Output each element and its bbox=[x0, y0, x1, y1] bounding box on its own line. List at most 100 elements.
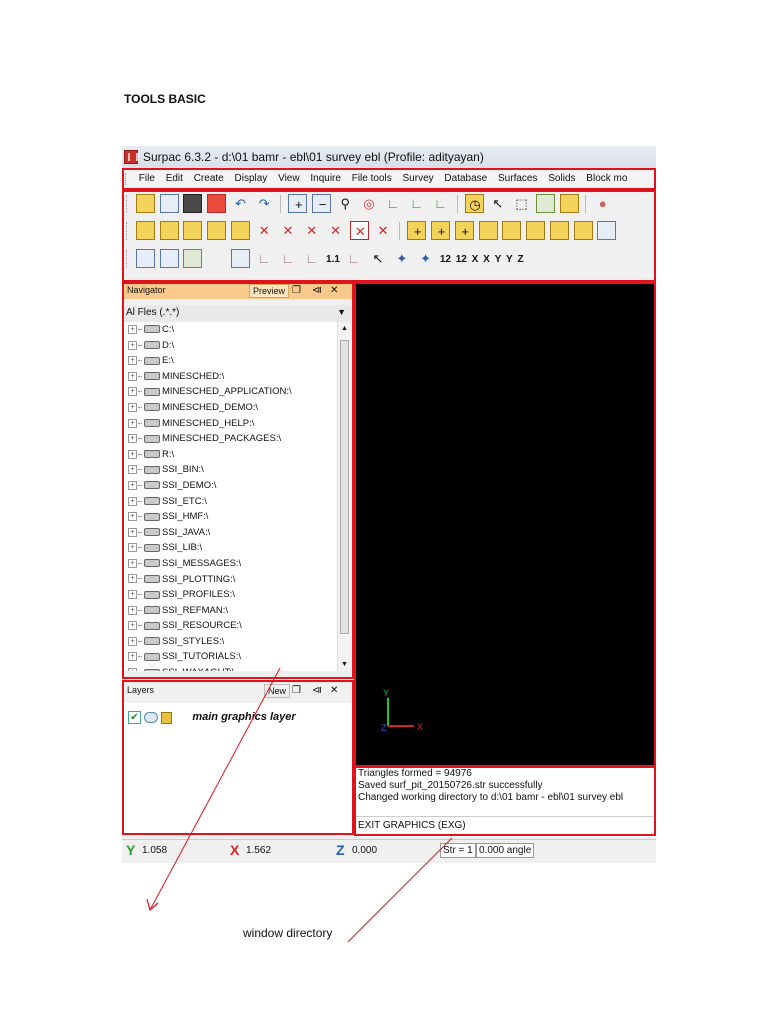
navigator-scrollbar[interactable]: ▲ ▼ bbox=[337, 322, 352, 671]
zoom-out-icon[interactable]: − bbox=[312, 194, 332, 213]
hide-icon[interactable]: ↖ bbox=[369, 249, 388, 268]
tree-row[interactable]: + MINESCHED_HELP:\ bbox=[122, 416, 337, 432]
string-properties-icon[interactable] bbox=[597, 221, 617, 240]
tree-row[interactable]: + MINESCHED_DEMO:\ bbox=[122, 400, 337, 416]
expand-icon[interactable]: + bbox=[128, 527, 137, 537]
display-point-icon[interactable]: ∟ bbox=[255, 249, 274, 268]
menu-display[interactable]: Display bbox=[231, 170, 272, 184]
chevron-down-icon[interactable]: ▼ bbox=[337, 307, 346, 317]
compass-icon[interactable]: ◷ bbox=[464, 194, 484, 213]
menu-file[interactable]: File bbox=[135, 170, 159, 184]
expand-icon[interactable]: + bbox=[128, 590, 137, 600]
angle-field[interactable]: 0.000 angle bbox=[476, 843, 535, 858]
delete-segment-icon[interactable]: ✕ bbox=[278, 221, 297, 240]
point-marker-2-icon[interactable]: ✦ bbox=[416, 249, 435, 268]
tree-row[interactable]: + SSI_PLOTTING:\ bbox=[122, 572, 337, 588]
insert-segment-icon[interactable] bbox=[502, 221, 522, 240]
expand-icon[interactable]: + bbox=[128, 574, 137, 584]
graphics-viewport[interactable]: Y Z X bbox=[354, 282, 656, 766]
print-icon[interactable] bbox=[183, 194, 203, 213]
grid-icon[interactable] bbox=[135, 249, 155, 268]
label-y-a[interactable]: Y bbox=[494, 254, 503, 265]
delete-point-icon[interactable]: ✕ bbox=[255, 221, 274, 240]
delete-outside-icon[interactable]: ✕ bbox=[374, 221, 393, 240]
drive-label[interactable]: SSI_REFMAN:\ bbox=[162, 605, 228, 616]
layer-name[interactable]: main graphics layer bbox=[192, 711, 295, 723]
file-filter-select[interactable]: Al Fles (.*.*) ▼ bbox=[122, 305, 352, 323]
rotate-icon[interactable]: ◎ bbox=[360, 194, 379, 213]
tree-row[interactable]: + SSI_DEMO:\ bbox=[122, 478, 337, 494]
menu-solids[interactable]: Solids bbox=[544, 170, 579, 184]
drive-label[interactable]: SSI_RESOURCE:\ bbox=[162, 620, 242, 631]
drive-label[interactable]: SSI_BIN:\ bbox=[162, 464, 204, 475]
drive-label[interactable]: SSI_JAVA:\ bbox=[162, 527, 210, 538]
drive-label[interactable]: SSI_PROFILES:\ bbox=[162, 589, 235, 600]
expand-icon[interactable]: + bbox=[128, 371, 137, 381]
drive-label[interactable]: SSI_STYLES:\ bbox=[162, 636, 224, 647]
expand-icon[interactable]: + bbox=[128, 402, 137, 412]
tab-preview[interactable]: Preview bbox=[249, 284, 290, 298]
tree-row[interactable]: + SSI_BIN:\ bbox=[122, 462, 337, 478]
tree-row[interactable]: + SSI_LIB:\ bbox=[122, 540, 337, 556]
table-icon[interactable] bbox=[159, 249, 179, 268]
tree-row[interactable]: + SSI_HMF:\ bbox=[122, 509, 337, 525]
tree-row[interactable]: + C:\ bbox=[122, 322, 337, 338]
tree-row[interactable]: + R:\ bbox=[122, 447, 337, 463]
tree-row[interactable]: + SSI_MESSAGES:\ bbox=[122, 556, 337, 572]
delete-range-icon[interactable]: ✕ bbox=[326, 221, 345, 240]
tree-row[interactable]: + SSI_TUTORIALS:\ bbox=[122, 649, 337, 665]
drive-label[interactable]: SSI_ETC:\ bbox=[162, 496, 207, 507]
drive-label[interactable]: D:\ bbox=[162, 340, 174, 351]
display-string-icon[interactable]: ∟ bbox=[278, 249, 297, 268]
pin-icon[interactable]: ⧏ bbox=[312, 685, 322, 696]
label-12-a[interactable]: 12 bbox=[439, 254, 452, 265]
properties-icon[interactable] bbox=[559, 194, 579, 213]
select-box-icon[interactable]: ⬚ bbox=[512, 194, 531, 213]
menu-database[interactable]: Database bbox=[440, 170, 491, 184]
monitor-icon[interactable] bbox=[230, 249, 250, 268]
expand-icon[interactable]: + bbox=[128, 652, 137, 662]
label-x-b[interactable]: X bbox=[482, 254, 491, 265]
expand-icon[interactable]: + bbox=[128, 449, 137, 459]
tree-row[interactable]: + SSI_PROFILES:\ bbox=[122, 587, 337, 603]
expand-icon[interactable]: + bbox=[128, 418, 137, 428]
expand-icon[interactable]: + bbox=[128, 340, 137, 350]
drive-label[interactable]: SSI_LIB:\ bbox=[162, 542, 202, 553]
display-direction-icon[interactable]: ∟ bbox=[345, 249, 364, 268]
tree-row[interactable]: + SSI_ETC:\ bbox=[122, 494, 337, 510]
scroll-thumb[interactable] bbox=[340, 340, 349, 634]
menu-surfaces[interactable]: Surfaces bbox=[494, 170, 541, 184]
expand-icon[interactable]: + bbox=[128, 558, 137, 568]
menu-view[interactable]: View bbox=[274, 170, 304, 184]
scroll-up-icon[interactable]: ▲ bbox=[341, 325, 348, 332]
drive-label[interactable]: SSI_WAXAGUT:\ bbox=[162, 667, 235, 671]
string-number-field[interactable]: Str = 1 bbox=[440, 843, 476, 858]
edit-point-icon[interactable] bbox=[135, 221, 155, 240]
edit-string-icon[interactable] bbox=[183, 221, 203, 240]
menu-edit[interactable]: Edit bbox=[162, 170, 187, 184]
command-line[interactable]: EXIT GRAPHICS (EXG) bbox=[354, 816, 656, 837]
label-x-a[interactable]: X bbox=[471, 254, 480, 265]
drive-label[interactable]: MINESCHED_DEMO:\ bbox=[162, 402, 258, 413]
drive-label[interactable]: MINESCHED_PACKAGES:\ bbox=[162, 433, 281, 444]
drive-label[interactable]: C:\ bbox=[162, 324, 174, 335]
expand-icon[interactable]: + bbox=[128, 356, 137, 366]
tree-row[interactable]: + MINESCHED:\ bbox=[122, 369, 337, 385]
view-xy-icon[interactable]: ∟ bbox=[383, 194, 402, 213]
label-y-b[interactable]: Y bbox=[505, 254, 514, 265]
expand-icon[interactable]: + bbox=[128, 496, 137, 506]
spreadsheet-icon[interactable] bbox=[183, 249, 203, 268]
menu-inquire[interactable]: Inquire bbox=[306, 170, 345, 184]
tree-row[interactable]: + MINESCHED_PACKAGES:\ bbox=[122, 431, 337, 447]
display-segment-icon[interactable]: ∟ bbox=[302, 249, 321, 268]
add-point-icon[interactable]: + bbox=[407, 221, 427, 240]
drive-label[interactable]: SSI_PLOTTING:\ bbox=[162, 574, 235, 585]
new-layer-button[interactable]: New bbox=[264, 684, 291, 698]
label-z[interactable]: Z bbox=[516, 254, 524, 265]
expand-icon[interactable]: + bbox=[128, 512, 137, 522]
blank-grid-icon[interactable] bbox=[207, 249, 226, 268]
view-xz-icon[interactable]: ∟ bbox=[407, 194, 426, 213]
menu-file-tools[interactable]: File tools bbox=[348, 170, 396, 184]
expand-icon[interactable]: + bbox=[128, 465, 137, 475]
clear-graphics-icon[interactable] bbox=[207, 194, 227, 213]
